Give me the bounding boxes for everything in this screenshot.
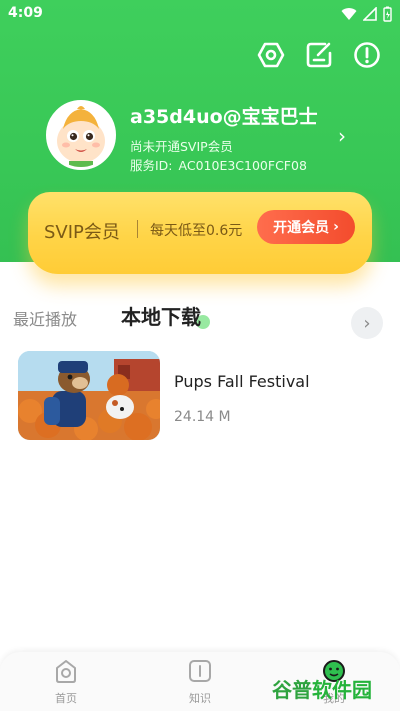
watermark-part1: 谷普: [272, 677, 312, 702]
top-actions: [256, 40, 382, 70]
signal-icon: [363, 7, 377, 21]
service-id-value: AC010E3C100FCF08: [178, 158, 307, 173]
home-icon: [56, 660, 76, 683]
download-size: 24.14 M: [174, 409, 231, 425]
tab-recent[interactable]: 最近播放: [13, 306, 77, 330]
wifi-icon: [341, 8, 357, 20]
alert-button[interactable]: [352, 40, 382, 70]
status-icons: [341, 6, 392, 22]
download-item[interactable]: Pups Fall Festival 24.14 M: [18, 351, 382, 441]
content-tabs: 最近播放 本地下载 ›: [0, 300, 400, 340]
username: a35d4uo@宝宝巴士: [130, 106, 318, 128]
chevron-right-icon: ›: [363, 312, 371, 334]
download-title: Pups Fall Festival: [174, 372, 310, 391]
nav-home-label: 首页: [55, 692, 77, 705]
battery-icon: [383, 6, 392, 22]
site-watermark: 谷普 软件园: [272, 672, 394, 704]
vip-status: 尚未开通SVIP会员: [130, 139, 233, 154]
edit-icon: [306, 42, 332, 68]
profile-card[interactable]: a35d4uo@宝宝巴士 尚未开通SVIP会员 服务ID: AC010E3C100…: [46, 100, 366, 174]
service-id: 服务ID: AC010E3C100FCF08: [130, 155, 307, 174]
status-time: 4:09: [8, 5, 43, 21]
chevron-right-icon: ›: [338, 124, 346, 148]
tab-local-downloads[interactable]: 本地下载: [121, 301, 201, 330]
avatar[interactable]: [46, 100, 116, 170]
nav-knowledge[interactable]: 知识: [170, 658, 230, 708]
edit-button[interactable]: [304, 40, 334, 70]
baby-avatar-icon: [49, 103, 113, 167]
nav-knowledge-label: 知识: [189, 692, 211, 705]
status-bar: 4:09: [0, 0, 400, 30]
watermark-part2: 软件园: [312, 677, 372, 702]
svip-banner[interactable]: SVIP会员 每天低至0.6元 开通会员 ›: [28, 192, 372, 274]
alert-icon: [354, 42, 380, 68]
open-vip-label: 开通会员: [273, 220, 330, 236]
svip-price: 每天低至0.6元: [150, 223, 243, 239]
svip-title: SVIP会员: [44, 222, 120, 243]
service-id-label: 服务ID:: [130, 158, 173, 173]
video-thumbnail[interactable]: [18, 351, 160, 440]
settings-icon: [257, 42, 285, 68]
video-thumbnail-image: [18, 351, 160, 440]
settings-button[interactable]: [256, 40, 286, 70]
book-icon: [189, 660, 211, 682]
more-button[interactable]: ›: [351, 307, 383, 339]
open-vip-button[interactable]: 开通会员 ›: [257, 210, 355, 244]
divider: [137, 220, 138, 238]
nav-home[interactable]: 首页: [36, 658, 96, 708]
chevron-right-icon: ›: [333, 219, 339, 235]
